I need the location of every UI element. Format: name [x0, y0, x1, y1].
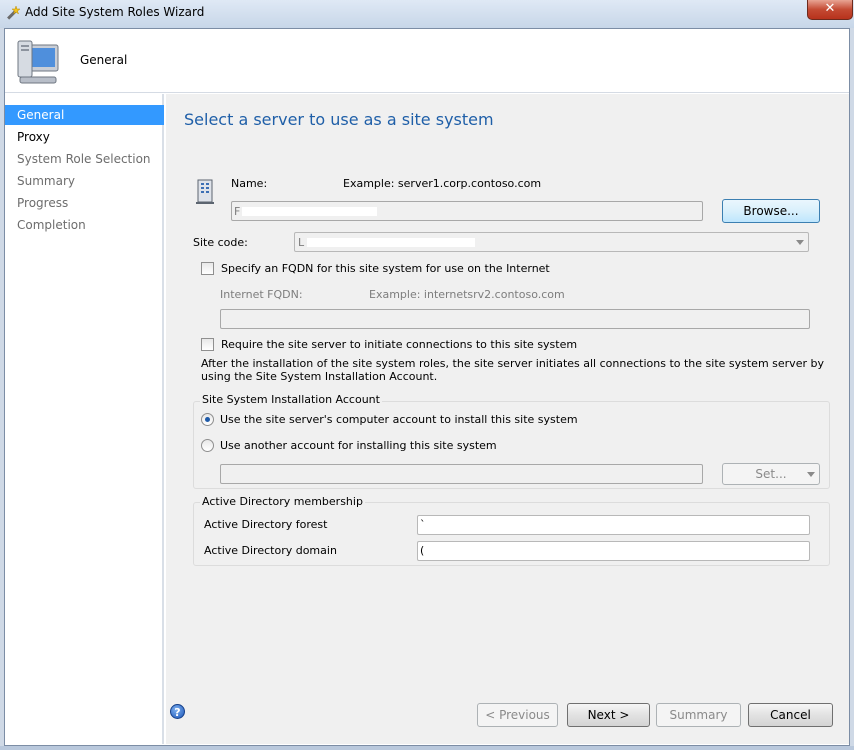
- ad-forest-input[interactable]: `: [417, 515, 810, 535]
- site-code-select[interactable]: L: [294, 232, 809, 252]
- radio-another-account-label: Use another account for installing this …: [220, 439, 497, 452]
- name-input[interactable]: F: [231, 201, 703, 221]
- header-title: General: [80, 53, 128, 67]
- site-code-value: L: [298, 236, 305, 249]
- set-button-label: Set...: [755, 467, 787, 481]
- nav-item-proxy[interactable]: Proxy: [5, 127, 164, 147]
- ad-domain-input[interactable]: (: [417, 541, 810, 561]
- close-icon: ✕: [824, 1, 836, 16]
- cancel-button[interactable]: Cancel: [748, 703, 833, 727]
- fqdn-checkbox[interactable]: [201, 262, 214, 275]
- internet-fqdn-input: [220, 309, 810, 329]
- name-example: Example: server1.corp.contoso.com: [343, 177, 542, 190]
- fqdn-checkbox-label: Specify an FQDN for this site system for…: [221, 262, 550, 275]
- redacted-site-code: [307, 238, 475, 247]
- nav-item-summary: Summary: [17, 174, 75, 188]
- next-button[interactable]: Next >: [567, 703, 650, 727]
- help-icon[interactable]: ?: [170, 704, 185, 719]
- wizard-nav: [5, 94, 164, 744]
- account-input: [220, 464, 703, 484]
- window-title: Add Site System Roles Wizard: [25, 5, 205, 19]
- name-label: Name:: [231, 177, 268, 190]
- page-heading: Select a server to use as a site system: [184, 110, 494, 129]
- close-button[interactable]: ✕: [807, 0, 853, 20]
- radio-computer-account[interactable]: [201, 413, 214, 426]
- nav-item-system-role-selection: System Role Selection: [17, 152, 151, 166]
- nav-item-completion: Completion: [17, 218, 86, 232]
- browse-button[interactable]: Browse...: [722, 199, 820, 223]
- require-initiate-label: Require the site server to initiate conn…: [221, 338, 578, 351]
- wizard-wand-icon: [7, 5, 21, 20]
- ad-forest-value: `: [420, 518, 426, 531]
- installation-account-legend: Site System Installation Account: [200, 393, 382, 406]
- chevron-down-icon: [796, 240, 804, 245]
- wizard-header: [5, 29, 849, 93]
- ad-membership-legend: Active Directory membership: [200, 495, 365, 508]
- set-button: Set...: [722, 463, 820, 485]
- radio-selected-dot: [205, 417, 210, 422]
- internet-fqdn-example: Example: internetsrv2.contoso.com: [369, 288, 565, 301]
- redacted-name: [242, 207, 377, 216]
- site-code-label: Site code:: [193, 236, 248, 249]
- nav-item-general[interactable]: General: [5, 105, 164, 125]
- summary-button: Summary: [656, 703, 741, 727]
- chevron-down-icon: [807, 472, 815, 477]
- nav-item-progress: Progress: [17, 196, 69, 210]
- radio-another-account[interactable]: [201, 439, 214, 452]
- window-bottom-edge: [0, 746, 854, 750]
- internet-fqdn-label: Internet FQDN:: [220, 288, 303, 301]
- name-input-value: F: [234, 205, 241, 218]
- computer-icon: [17, 40, 59, 84]
- ad-forest-label: Active Directory forest: [204, 518, 328, 531]
- radio-computer-account-label: Use the site server's computer account t…: [220, 413, 578, 426]
- require-initiate-description: After the installation of the site syste…: [201, 357, 824, 383]
- ad-domain-value: (: [420, 544, 425, 557]
- ad-domain-label: Active Directory domain: [204, 544, 337, 557]
- require-initiate-checkbox[interactable]: [201, 338, 214, 351]
- previous-button: < Previous: [477, 703, 558, 727]
- server-icon: [196, 179, 214, 204]
